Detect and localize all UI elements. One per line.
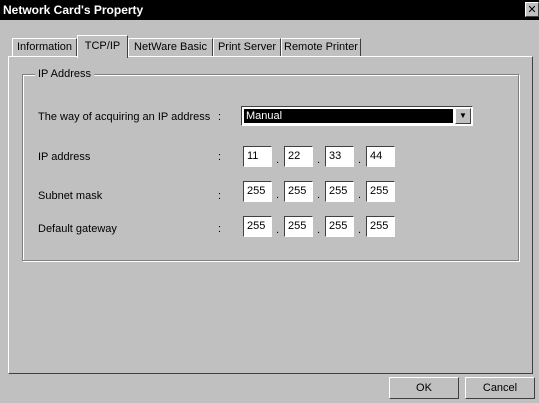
dot-separator: . <box>317 154 321 166</box>
ip-octet-1[interactable]: 11 <box>243 146 272 167</box>
dot-separator: . <box>317 189 321 201</box>
subnet-octet-2[interactable]: 255 <box>284 181 313 202</box>
ip-octet-3[interactable]: 33 <box>325 146 354 167</box>
title-bar: Network Card's Property ✕ <box>0 0 539 20</box>
dot-separator: . <box>358 154 362 166</box>
subnet-octet-3[interactable]: 255 <box>325 181 354 202</box>
chevron-down-icon[interactable]: ▼ <box>455 108 471 124</box>
colon: : <box>218 151 222 163</box>
colon: : <box>218 190 222 202</box>
acquire-label: The way of acquiring an IP address <box>38 111 211 123</box>
gateway-octet-4[interactable]: 255 <box>366 216 395 237</box>
ip-octet-4[interactable]: 44 <box>366 146 395 167</box>
tab-print-server[interactable]: Print Server <box>213 38 281 56</box>
default-gateway-label: Default gateway <box>38 223 117 235</box>
dot-separator: . <box>276 224 280 236</box>
tab-tcpip[interactable]: TCP/IP <box>77 35 128 58</box>
ok-button[interactable]: OK <box>389 377 459 399</box>
gateway-octet-2[interactable]: 255 <box>284 216 313 237</box>
gateway-octet-3[interactable]: 255 <box>325 216 354 237</box>
window-title: Network Card's Property <box>3 3 144 17</box>
cancel-button[interactable]: Cancel <box>465 377 535 399</box>
dot-separator: . <box>358 224 362 236</box>
tab-remote-printer[interactable]: Remote Printer <box>281 38 361 56</box>
acquire-method-select[interactable]: Manual ▼ <box>241 106 473 126</box>
dot-separator: . <box>276 189 280 201</box>
dot-separator: . <box>317 224 321 236</box>
dot-separator: . <box>276 154 280 166</box>
subnet-octet-1[interactable]: 255 <box>243 181 272 202</box>
colon: : <box>218 111 222 123</box>
tab-information[interactable]: Information <box>12 38 77 56</box>
ip-octet-2[interactable]: 22 <box>284 146 313 167</box>
subnet-mask-label: Subnet mask <box>38 190 103 202</box>
close-icon[interactable]: ✕ <box>525 2 539 17</box>
colon: : <box>218 223 222 235</box>
dot-separator: . <box>358 189 362 201</box>
gateway-octet-1[interactable]: 255 <box>243 216 272 237</box>
group-label: IP Address <box>35 68 94 80</box>
ip-address-label: IP address <box>38 151 91 163</box>
subnet-octet-4[interactable]: 255 <box>366 181 395 202</box>
acquire-method-value: Manual <box>244 109 453 123</box>
tab-netware-basic[interactable]: NetWare Basic <box>128 38 213 56</box>
